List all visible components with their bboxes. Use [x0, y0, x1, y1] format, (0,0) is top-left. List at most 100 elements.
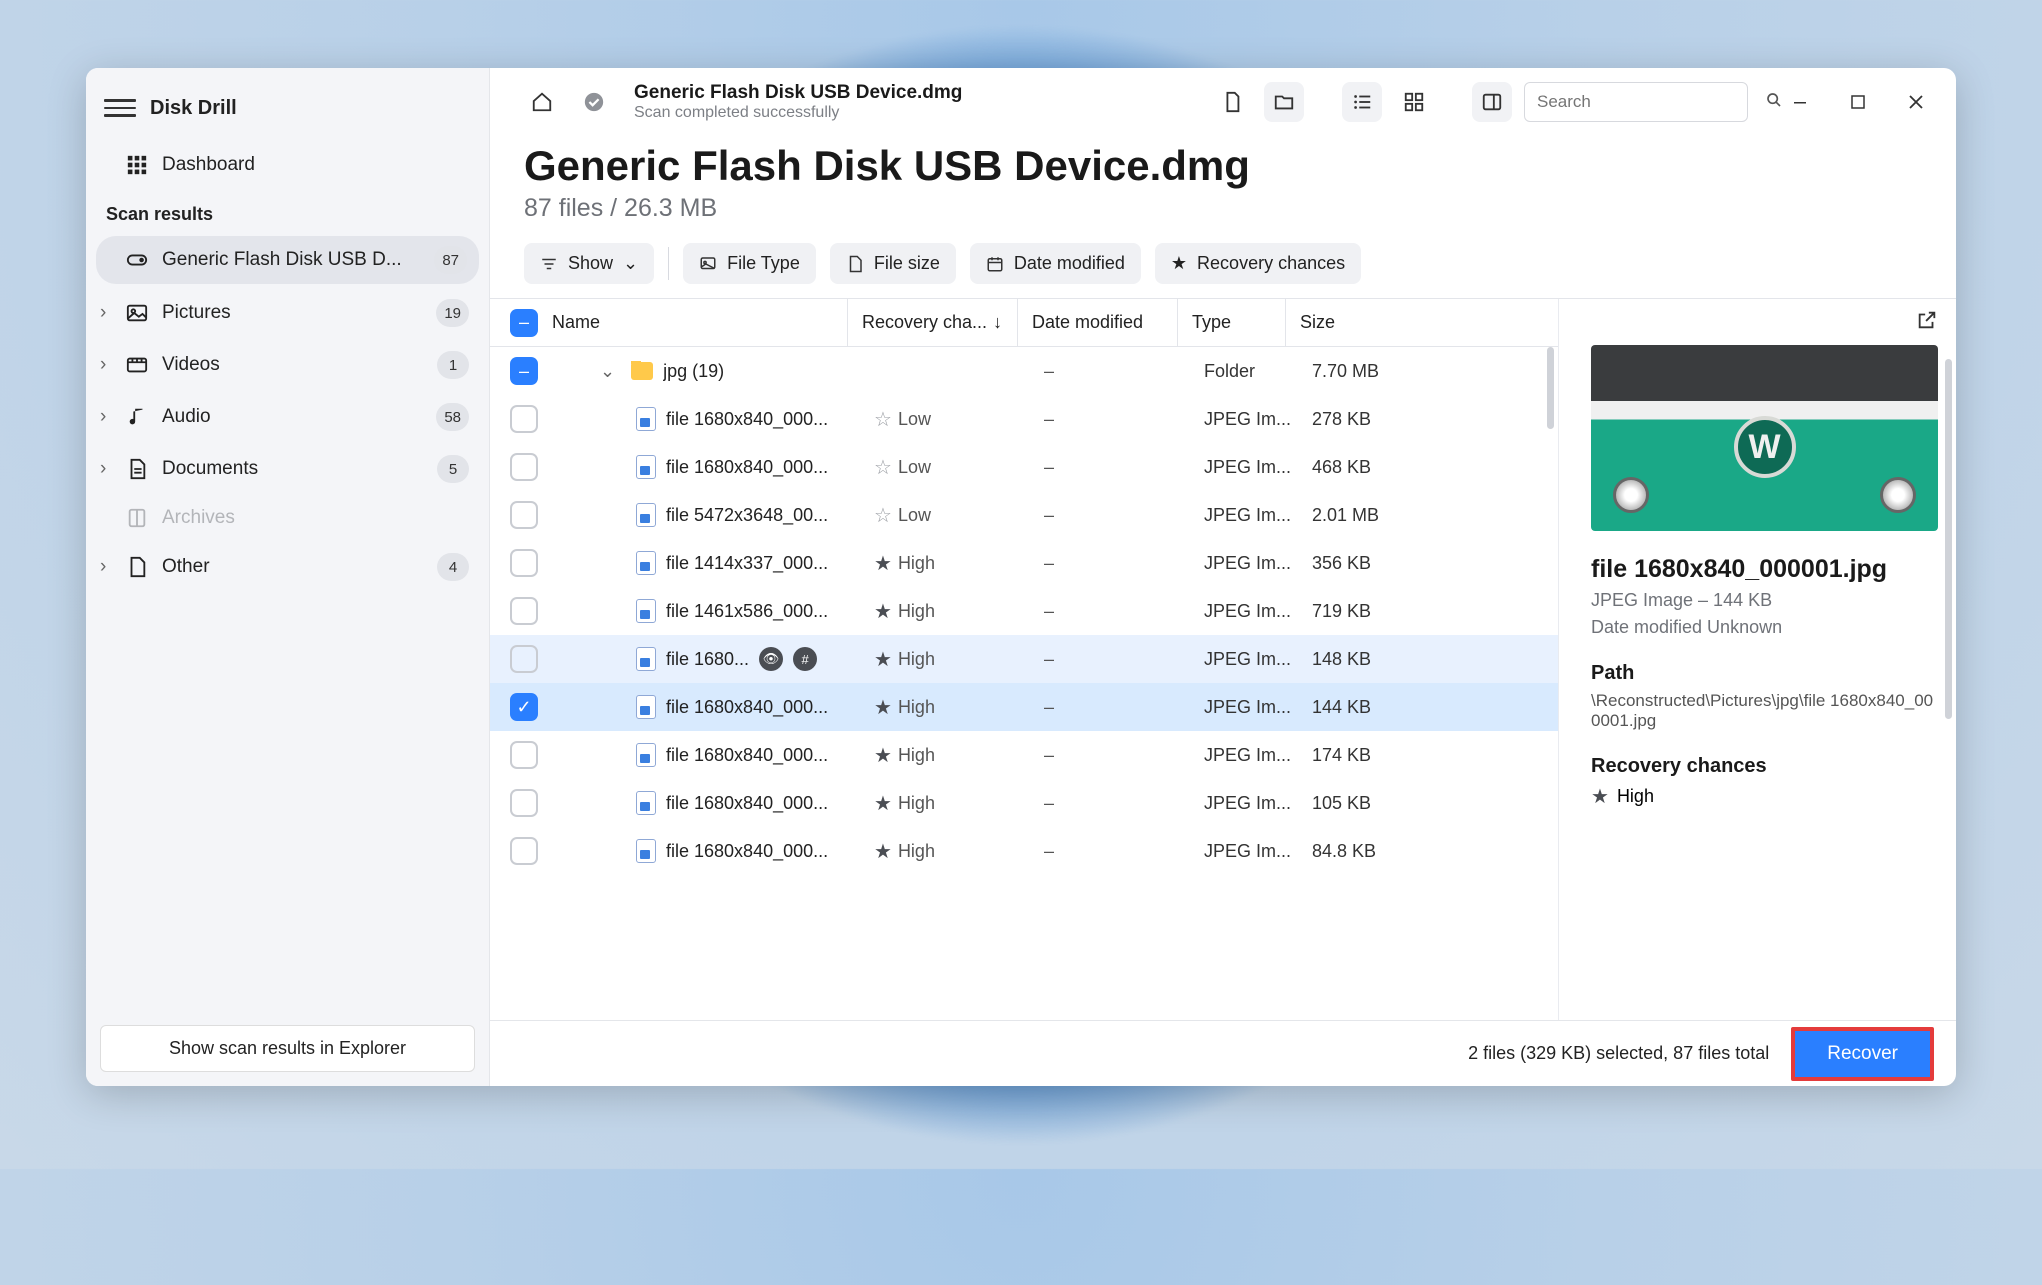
- panel-toggle-button[interactable]: [1472, 82, 1512, 122]
- file-icon: [126, 556, 148, 578]
- table-row[interactable]: ✓file 1680x840_000...★High–JPEG Im...144…: [490, 683, 1558, 731]
- row-checkbox[interactable]: [510, 405, 538, 433]
- row-checkbox[interactable]: [510, 453, 538, 481]
- chevron-right-icon: ›: [100, 458, 116, 480]
- table-row[interactable]: file 1461x586_000...★High–JPEG Im...719 …: [490, 587, 1558, 635]
- sidebar-item-label: Audio: [162, 406, 422, 428]
- row-checkbox[interactable]: [510, 741, 538, 769]
- size-value: 278 KB: [1298, 409, 1418, 430]
- size-value: 105 KB: [1298, 793, 1418, 814]
- page-heading: Generic Flash Disk USB Device.dmg 87 fil…: [490, 132, 1956, 223]
- date-modified-filter-chip[interactable]: Date modified: [970, 243, 1141, 284]
- sidebar-count-badge: 19: [436, 299, 469, 327]
- close-button[interactable]: [1894, 80, 1938, 124]
- sidebar-item-label: Dashboard: [162, 154, 469, 176]
- row-checkbox[interactable]: [510, 597, 538, 625]
- type-value: Folder: [1190, 361, 1298, 382]
- list-view-button[interactable]: [1342, 82, 1382, 122]
- show-filter-chip[interactable]: Show ⌄: [524, 243, 654, 284]
- date-value: –: [1030, 745, 1190, 766]
- recovery-chances-filter-chip[interactable]: ★ Recovery chances: [1155, 243, 1361, 284]
- row-checkbox[interactable]: ✓: [510, 693, 538, 721]
- row-checkbox[interactable]: [510, 501, 538, 529]
- search-field[interactable]: [1537, 92, 1758, 112]
- sidebar-count-badge: 1: [437, 351, 469, 379]
- table-row[interactable]: file 1680x840_000...☆Low–JPEG Im...468 K…: [490, 443, 1558, 491]
- preview-logo: W: [1734, 416, 1796, 478]
- sidebar-count-badge: 87: [434, 246, 467, 274]
- table-row[interactable]: file 1680x840_000...★High–JPEG Im...105 …: [490, 779, 1558, 827]
- sidebar-count-badge: 4: [437, 553, 469, 581]
- jpeg-file-icon: [636, 647, 656, 671]
- column-header-size[interactable]: Size: [1286, 299, 1406, 346]
- search-input[interactable]: [1524, 82, 1748, 122]
- size-value: 148 KB: [1298, 649, 1418, 670]
- file-name: file 1680x840_000...: [666, 793, 828, 814]
- date-value: –: [1030, 793, 1190, 814]
- table-row[interactable]: file 1680...👁#★High–JPEG Im...148 KB: [490, 635, 1558, 683]
- date-value: –: [1030, 409, 1190, 430]
- recover-button[interactable]: Recover: [1791, 1027, 1934, 1081]
- menu-hamburger-icon[interactable]: [104, 92, 136, 124]
- table-row[interactable]: file 1680x840_000...☆Low–JPEG Im...278 K…: [490, 395, 1558, 443]
- table-row[interactable]: file 1680x840_000...★High–JPEG Im...174 …: [490, 731, 1558, 779]
- table-row[interactable]: file 1680x840_000...★High–JPEG Im...84.8…: [490, 827, 1558, 875]
- select-all-checkbox[interactable]: –: [510, 309, 538, 337]
- type-value: JPEG Im...: [1190, 649, 1298, 670]
- hash-badge-icon[interactable]: #: [793, 647, 817, 671]
- minimize-button[interactable]: [1778, 80, 1822, 124]
- sidebar-item-label: Videos: [162, 354, 423, 376]
- sidebar-item-dashboard[interactable]: Dashboard: [86, 142, 489, 188]
- home-button[interactable]: [522, 82, 562, 122]
- sidebar-item-documents[interactable]: › Documents 5: [86, 443, 489, 495]
- star-icon: ★: [874, 743, 892, 768]
- row-checkbox[interactable]: [510, 645, 538, 673]
- column-header-name[interactable]: Name: [538, 299, 848, 346]
- details-recovery-value: High: [1617, 786, 1654, 807]
- folder-view-button[interactable]: [1264, 82, 1304, 122]
- column-header-date[interactable]: Date modified: [1018, 299, 1178, 346]
- grid-view-button[interactable]: [1394, 82, 1434, 122]
- scrollbar[interactable]: [1547, 347, 1554, 429]
- column-label: Name: [552, 312, 600, 333]
- chevron-down-icon[interactable]: ⌄: [600, 361, 615, 382]
- file-view-button[interactable]: [1212, 82, 1252, 122]
- star-icon: ☆: [874, 503, 892, 528]
- table-row[interactable]: file 1414x337_000...★High–JPEG Im...356 …: [490, 539, 1558, 587]
- date-value: –: [1030, 697, 1190, 718]
- sidebar-item-videos[interactable]: › Videos 1: [86, 339, 489, 391]
- column-header-type[interactable]: Type: [1178, 299, 1286, 346]
- scrollbar[interactable]: [1945, 359, 1952, 719]
- row-checkbox[interactable]: [510, 837, 538, 865]
- size-value: 2.01 MB: [1298, 505, 1418, 526]
- show-in-explorer-button[interactable]: Show scan results in Explorer: [100, 1025, 475, 1072]
- sidebar-item-other[interactable]: › Other 4: [86, 541, 489, 593]
- size-value: 719 KB: [1298, 601, 1418, 622]
- row-checkbox[interactable]: [510, 789, 538, 817]
- row-checkbox[interactable]: [510, 549, 538, 577]
- sidebar: Disk Drill Dashboard Scan results Generi…: [86, 68, 490, 1086]
- star-icon: ★: [874, 695, 892, 720]
- row-checkbox[interactable]: –: [510, 357, 538, 385]
- eye-badge-icon[interactable]: 👁: [759, 647, 783, 671]
- table-row[interactable]: –⌄jpg (19)–Folder7.70 MB: [490, 347, 1558, 395]
- archive-icon: [126, 507, 148, 529]
- sidebar-item-pictures[interactable]: › Pictures 19: [86, 287, 489, 339]
- file-name: file 1680...: [666, 649, 749, 670]
- file-type-filter-chip[interactable]: File Type: [683, 243, 816, 284]
- star-icon: ☆: [874, 407, 892, 432]
- popout-icon[interactable]: [1916, 309, 1938, 337]
- table-body[interactable]: –⌄jpg (19)–Folder7.70 MBfile 1680x840_00…: [490, 347, 1558, 1020]
- column-header-recovery[interactable]: Recovery cha... ↓: [848, 299, 1018, 346]
- column-label: Type: [1192, 312, 1231, 333]
- sidebar-item-audio[interactable]: › Audio 58: [86, 391, 489, 443]
- file-name: file 1461x586_000...: [666, 601, 828, 622]
- jpeg-file-icon: [636, 407, 656, 431]
- table-row[interactable]: file 5472x3648_00...☆Low–JPEG Im...2.01 …: [490, 491, 1558, 539]
- sidebar-item-label: Documents: [162, 458, 423, 480]
- file-name: file 1680x840_000...: [666, 409, 828, 430]
- recovery-value: Low: [898, 457, 931, 478]
- maximize-button[interactable]: [1836, 80, 1880, 124]
- file-size-filter-chip[interactable]: File size: [830, 243, 956, 284]
- sidebar-item-device[interactable]: Generic Flash Disk USB D... 87: [96, 236, 479, 284]
